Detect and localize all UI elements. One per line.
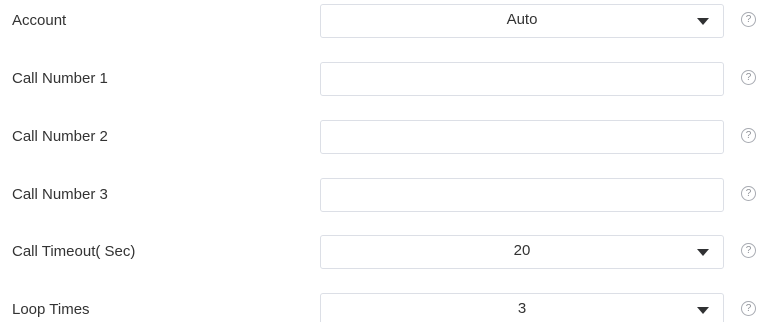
call-number-1-input[interactable] — [321, 63, 723, 95]
account-select-value: Auto — [506, 11, 538, 28]
question-circle-icon[interactable]: ? — [741, 128, 756, 143]
question-circle-icon[interactable]: ? — [741, 301, 756, 316]
call-number-1-row: Call Number 1 ? — [0, 62, 766, 96]
account-label: Account — [12, 12, 67, 29]
question-circle-icon[interactable]: ? — [741, 186, 756, 201]
call-number-3-label: Call Number 3 — [12, 186, 108, 203]
chevron-down-icon — [697, 307, 709, 314]
chevron-down-icon — [697, 18, 709, 25]
loop-times-select[interactable]: 3 — [320, 293, 724, 322]
call-number-2-input[interactable] — [321, 121, 723, 153]
account-select[interactable]: Auto — [320, 4, 724, 38]
call-timeout-select[interactable]: 20 — [320, 235, 724, 269]
call-timeout-select-value: 20 — [513, 242, 531, 259]
question-circle-icon[interactable]: ? — [741, 12, 756, 27]
call-timeout-label: Call Timeout( Sec) — [12, 243, 136, 260]
call-number-3-row: Call Number 3 ? — [0, 178, 766, 212]
call-number-2-label: Call Number 2 — [12, 128, 108, 145]
call-number-3-input[interactable] — [321, 179, 723, 211]
loop-times-row: Loop Times 3 ? — [0, 293, 766, 322]
call-number-2-row: Call Number 2 ? — [0, 120, 766, 154]
call-number-1-label: Call Number 1 — [12, 70, 108, 87]
question-circle-icon[interactable]: ? — [741, 70, 756, 85]
call-number-1-field-box — [320, 62, 724, 96]
chevron-down-icon — [697, 249, 709, 256]
account-row: Account Auto ? — [0, 4, 766, 38]
call-settings-form: Account Auto ? Call Number 1 ? Call Numb… — [0, 0, 766, 322]
question-circle-icon[interactable]: ? — [741, 243, 756, 258]
call-timeout-row: Call Timeout( Sec) 20 ? — [0, 235, 766, 269]
call-number-2-field-box — [320, 120, 724, 154]
loop-times-select-value: 3 — [517, 300, 527, 317]
loop-times-label: Loop Times — [12, 301, 90, 318]
call-number-3-field-box — [320, 178, 724, 212]
